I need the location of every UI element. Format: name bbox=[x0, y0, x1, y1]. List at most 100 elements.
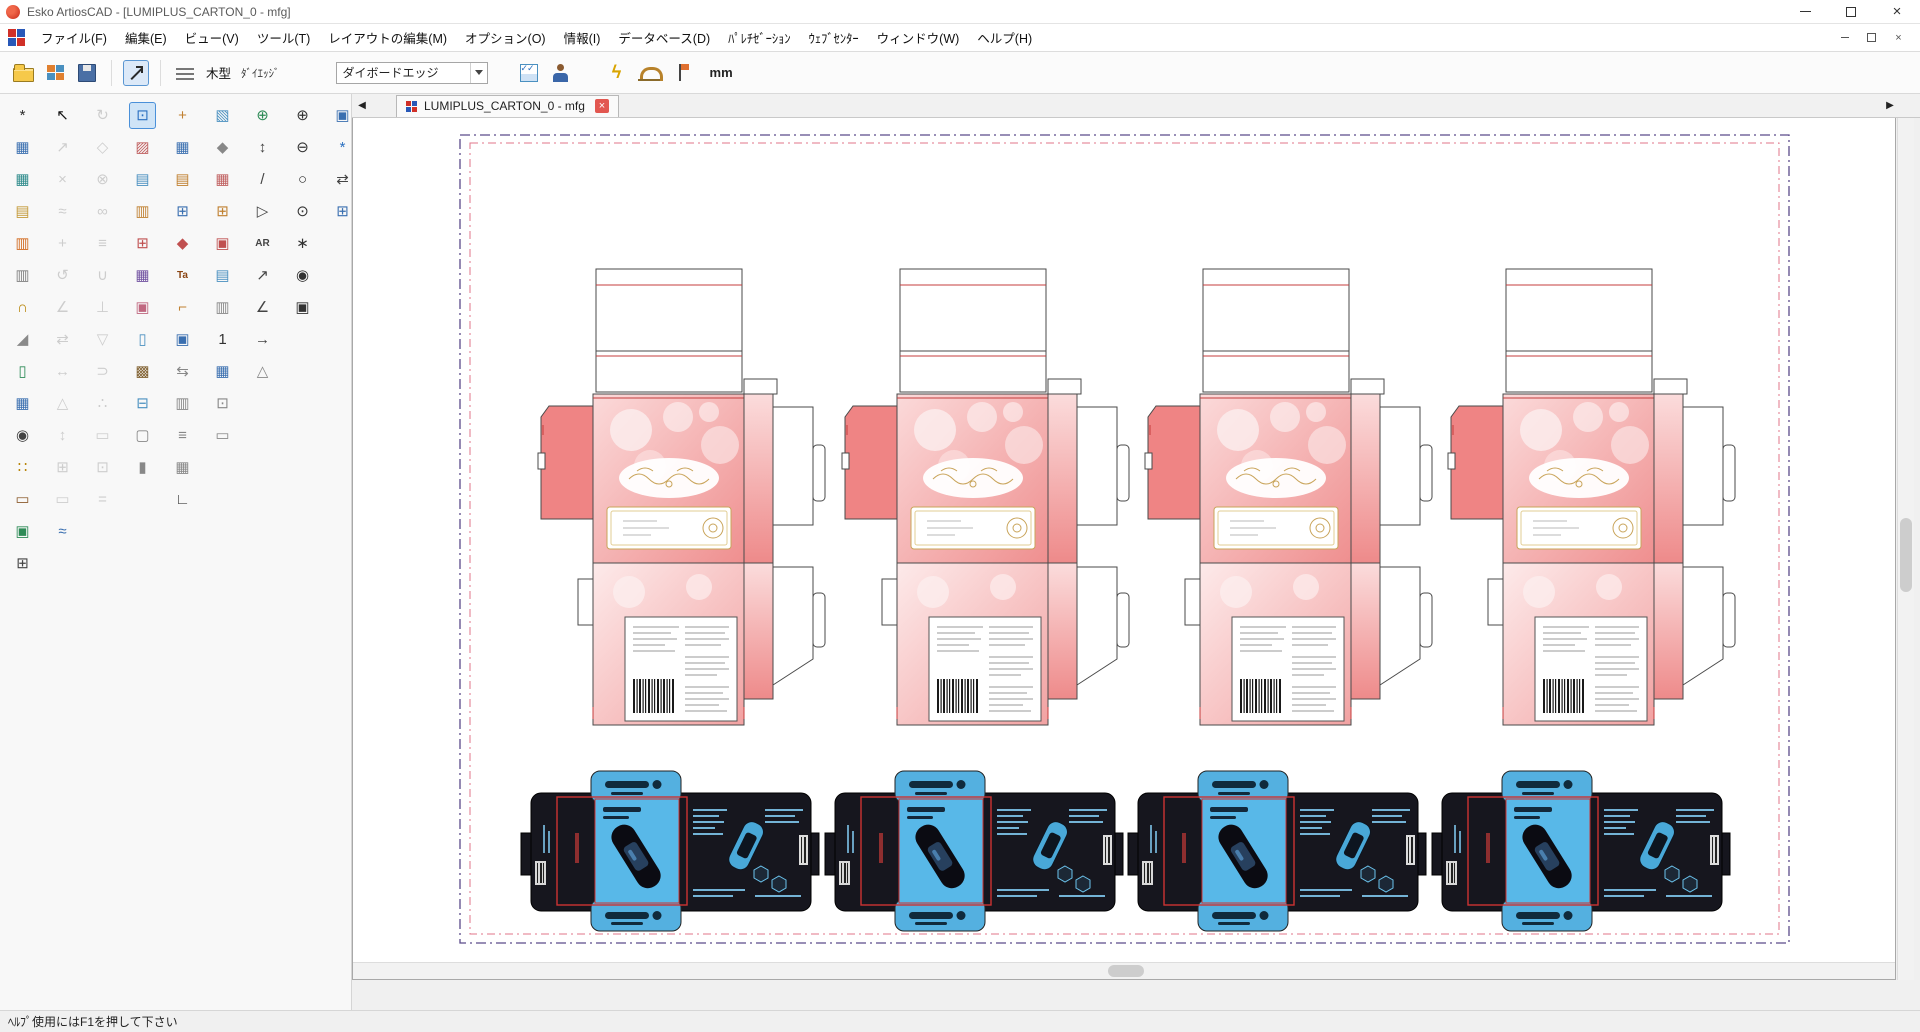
select-tool[interactable]: ↖ bbox=[49, 102, 76, 129]
one-up-tool[interactable]: 1 bbox=[209, 326, 236, 353]
offset-tool[interactable]: ↗ bbox=[49, 134, 76, 161]
mdi-restore-button[interactable] bbox=[1858, 29, 1885, 47]
loop-tool[interactable]: ∞ bbox=[89, 198, 116, 225]
carton-front-4[interactable] bbox=[1448, 269, 1735, 725]
table-edit-tool[interactable]: ▦ bbox=[9, 166, 36, 193]
blue-grid-tool[interactable]: ▦ bbox=[169, 134, 196, 161]
operator-tool[interactable]: ◉ bbox=[9, 422, 36, 449]
exchange-tool[interactable]: ⇄ bbox=[49, 326, 76, 353]
combo-dropdown-icon[interactable] bbox=[470, 63, 487, 83]
duplicate-tool[interactable]: ⊞ bbox=[49, 454, 76, 481]
superset-tool[interactable]: ⊃ bbox=[89, 358, 116, 385]
down-tri-tool[interactable]: ▽ bbox=[89, 326, 116, 353]
blue-rows-tool[interactable]: ▤ bbox=[209, 262, 236, 289]
minimize-button[interactable] bbox=[1782, 0, 1828, 23]
dot-box-tool[interactable]: ⊡ bbox=[89, 454, 116, 481]
red-diamond-tool[interactable]: ◆ bbox=[169, 230, 196, 257]
quick-measure-button[interactable]: ϟ bbox=[604, 60, 630, 86]
horizontal-scrollbar-thumb[interactable] bbox=[1108, 965, 1144, 977]
open-button[interactable] bbox=[10, 60, 36, 86]
counting-pin-button[interactable] bbox=[668, 60, 694, 86]
diag-grid-tool[interactable]: ▧ bbox=[209, 102, 236, 129]
blue-plus-grid-tool[interactable]: ⊞ bbox=[169, 198, 196, 225]
rectangle-tool[interactable]: ▭ bbox=[49, 486, 76, 513]
database-operator-button[interactable] bbox=[548, 60, 574, 86]
red-grid-tool[interactable]: ▦ bbox=[209, 166, 236, 193]
menu-view[interactable]: ビュー(V) bbox=[176, 23, 248, 52]
attach-tool[interactable]: ⊕ bbox=[249, 102, 276, 129]
zoom-in-tool[interactable]: ⊕ bbox=[289, 102, 316, 129]
zoom-region-tool[interactable]: ⊡ bbox=[129, 102, 156, 129]
carton-sleeve-4[interactable] bbox=[1432, 771, 1730, 931]
angle-tool[interactable]: ∠ bbox=[49, 294, 76, 321]
layout-grid-tool[interactable]: ▦ bbox=[9, 134, 36, 161]
zoom-out-tool[interactable]: ⊖ bbox=[289, 134, 316, 161]
delete-tool[interactable]: × bbox=[49, 166, 76, 193]
move-vertical-tool[interactable]: ↕ bbox=[49, 422, 76, 449]
menu-edit[interactable]: 編集(E) bbox=[116, 23, 176, 52]
dieboard-edge-tool-button[interactable] bbox=[123, 60, 149, 86]
minus-box-tool[interactable]: ⊟ bbox=[129, 390, 156, 417]
right-angle-tool[interactable]: ∟ bbox=[169, 486, 196, 513]
taper-tool[interactable]: △ bbox=[49, 390, 76, 417]
menu-palletization[interactable]: ﾊﾟﾚﾁｾﾞｰｼｮﾝ bbox=[719, 23, 800, 52]
red-frame-tool[interactable]: ▣ bbox=[209, 230, 236, 257]
gray-cols-tool[interactable]: ▥ bbox=[209, 294, 236, 321]
menu-database[interactable]: データベース(D) bbox=[609, 23, 719, 52]
zoom-window-tool[interactable]: ○ bbox=[289, 166, 316, 193]
slash-tool[interactable]: / bbox=[249, 166, 276, 193]
layout-canvas[interactable] bbox=[352, 118, 1896, 980]
bridge-button[interactable] bbox=[636, 60, 662, 86]
menu-info[interactable]: 情報(I) bbox=[555, 23, 610, 52]
orange-plus-tool[interactable]: ⊞ bbox=[209, 198, 236, 225]
list-tool[interactable]: ≡ bbox=[169, 422, 196, 449]
stacking-tool[interactable]: ▥ bbox=[9, 230, 36, 257]
add-point-tool[interactable]: + bbox=[49, 230, 76, 257]
ruler-tool[interactable]: ▭ bbox=[9, 486, 36, 513]
vertical-scrollbar-thumb[interactable] bbox=[1900, 518, 1912, 592]
pan-tool[interactable]: ∗ bbox=[289, 230, 316, 257]
equal-tool[interactable]: = bbox=[89, 486, 116, 513]
tri-tool[interactable]: △ bbox=[249, 358, 276, 385]
vertical-scrollbar[interactable] bbox=[1897, 118, 1914, 980]
block-tool[interactable]: ▮ bbox=[129, 454, 156, 481]
layout-manager-button[interactable] bbox=[42, 60, 68, 86]
play-tool[interactable]: ▷ bbox=[249, 198, 276, 225]
box-dot-tool[interactable]: ⊡ bbox=[209, 390, 236, 417]
menu-file[interactable]: ファイル(F) bbox=[32, 23, 116, 52]
menu-help[interactable]: ヘルプ(H) bbox=[968, 23, 1041, 52]
arrow-right-tool[interactable]: → bbox=[249, 326, 276, 353]
grid-plus-tool[interactable]: ⊞ bbox=[129, 230, 156, 257]
menu-webcenter[interactable]: ｳｪﾌﾞｾﾝﾀｰ bbox=[800, 23, 868, 52]
empty-box-tool[interactable]: ▢ bbox=[129, 422, 156, 449]
blue-curve-tool[interactable]: ≈ bbox=[49, 518, 76, 545]
gray-diamond-tool[interactable]: ◆ bbox=[209, 134, 236, 161]
dots-tool[interactable]: ∷ bbox=[9, 454, 36, 481]
mdi-minimize-button[interactable] bbox=[1831, 29, 1858, 47]
carton-front-2[interactable] bbox=[842, 269, 1129, 725]
nest-tool[interactable]: ▦ bbox=[9, 390, 36, 417]
rotate-tool[interactable]: ↺ bbox=[49, 262, 76, 289]
purple-grid-tool[interactable]: ▦ bbox=[129, 262, 156, 289]
horizontal-scrollbar[interactable] bbox=[353, 962, 1895, 979]
perpendicular-tool[interactable]: ⊥ bbox=[89, 294, 116, 321]
tall-panel-tool[interactable]: ▯ bbox=[129, 326, 156, 353]
maximize-button[interactable] bbox=[1828, 0, 1874, 23]
blue-grid2-tool[interactable]: ▦ bbox=[209, 358, 236, 385]
carton-sleeve-3[interactable] bbox=[1128, 771, 1426, 931]
lines-tool[interactable]: ≡ bbox=[89, 230, 116, 257]
full-screen-tool[interactable]: ▣ bbox=[289, 294, 316, 321]
angle2-tool[interactable]: ∠ bbox=[249, 294, 276, 321]
menu-options[interactable]: オプション(O) bbox=[456, 23, 555, 52]
tab-scroll-right-icon[interactable]: ▶ bbox=[1880, 100, 1900, 111]
close-button[interactable]: × bbox=[1874, 0, 1920, 23]
pink-frame-tool[interactable]: ▣ bbox=[129, 294, 156, 321]
dieboard-edge-combo[interactable]: ダイボードエッジ bbox=[336, 62, 488, 84]
bar-tool[interactable]: ▭ bbox=[89, 422, 116, 449]
carton-sleeve-2[interactable] bbox=[825, 771, 1123, 931]
ar-scale-tool[interactable]: AR bbox=[249, 230, 276, 257]
barcode-tool[interactable]: ▥ bbox=[9, 262, 36, 289]
cup-tool[interactable]: ∪ bbox=[89, 262, 116, 289]
shade-grid-tool[interactable]: ▩ bbox=[129, 358, 156, 385]
therefore-tool[interactable]: ∴ bbox=[89, 390, 116, 417]
